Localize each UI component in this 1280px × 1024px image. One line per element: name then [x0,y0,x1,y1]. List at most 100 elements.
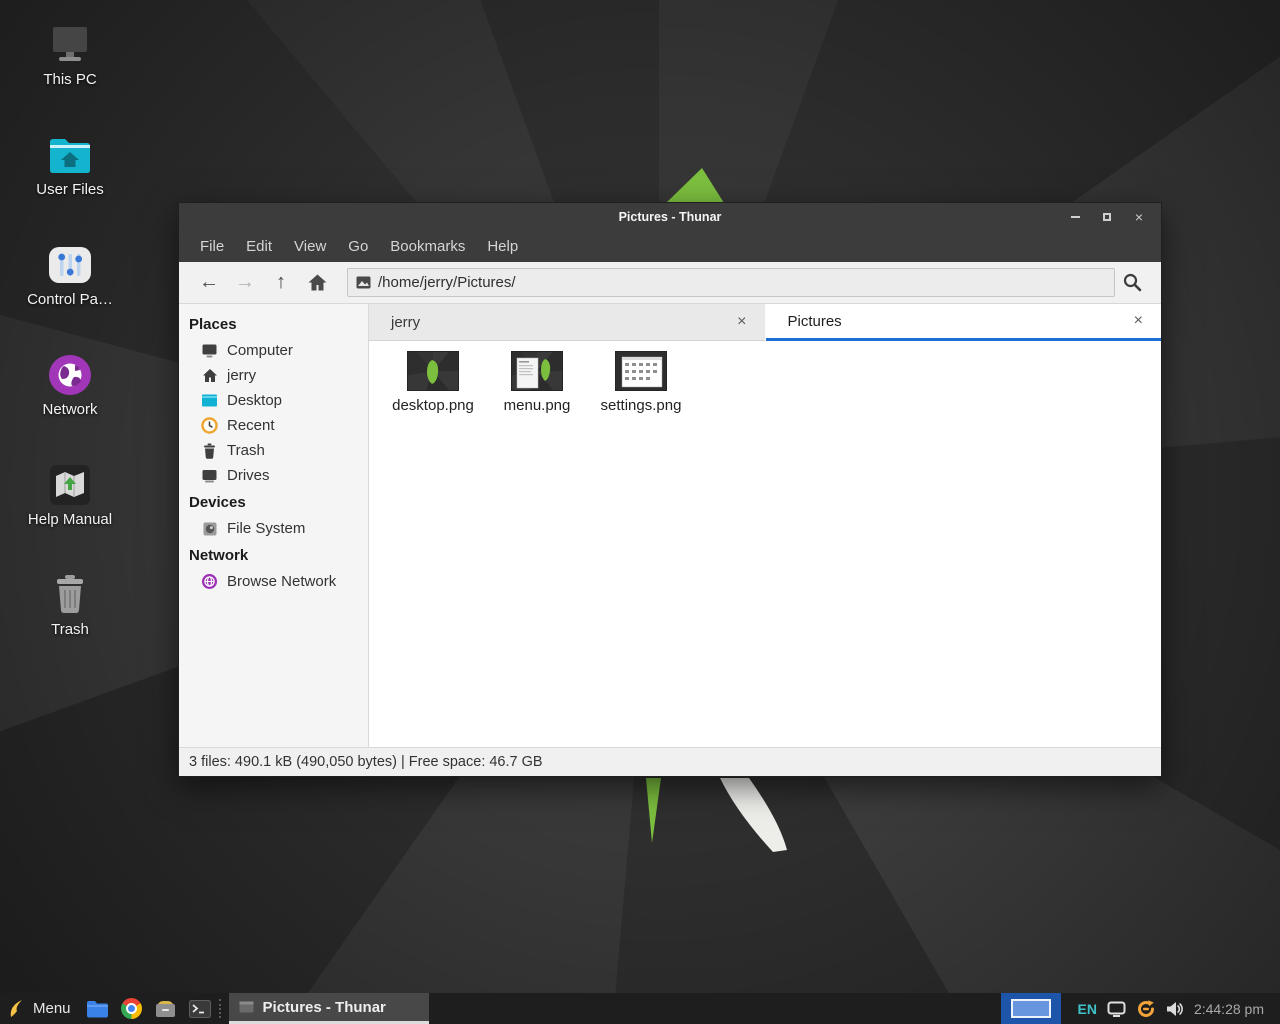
file-item-desktop-png[interactable]: desktop.png [383,349,483,414]
status-text: 3 files: 490.1 kB (490,050 bytes) | Free… [189,754,543,770]
display-settings-tray-icon[interactable] [1107,1001,1126,1017]
drives-icon [201,467,218,484]
desktop-icon-label: User Files [36,181,104,198]
file-item-settings-png[interactable]: settings.png [591,349,691,414]
search-icon [1123,273,1142,292]
desktop-icon-control-panel[interactable]: Control Pa… [0,242,140,352]
window-controls: × [1063,207,1161,227]
menu-help[interactable]: Help [476,231,529,262]
taskbar-clock[interactable]: 2:44:28 pm [1194,1001,1268,1017]
sidebar-item-computer[interactable]: Computer [179,338,368,363]
volume-tray-icon[interactable] [1166,1001,1184,1017]
sidebar-item-browse-network[interactable]: Browse Network [179,569,368,594]
desktop-icon-network[interactable]: Network [0,352,140,462]
trash-icon [201,442,218,459]
keyboard-layout-indicator[interactable]: EN [1077,1001,1096,1017]
tab-label: jerry [391,314,733,331]
desktop-icon-user-files[interactable]: User Files [0,132,140,242]
taskbar: Menu Pictures - Thunar [0,993,1280,1024]
desktop-icon-help-manual[interactable]: Help Manual [0,462,140,572]
chrome-launcher[interactable] [115,993,149,1024]
sidebar-item-trash[interactable]: Trash [179,438,368,463]
search-button[interactable] [1115,268,1149,298]
sidebar-header-devices: Devices [179,488,368,516]
maximize-button[interactable] [1095,207,1119,227]
home-button[interactable] [299,268,335,298]
sidebar-item-label: Computer [227,342,293,359]
desktop-icon-label: Trash [51,621,89,638]
home-icon [308,274,327,291]
sidebar-item-label: Browse Network [227,573,336,590]
desktop-icon-label: Network [42,401,97,418]
menu-file[interactable]: File [189,231,235,262]
desktop-icon-label: This PC [43,71,96,88]
path-bar[interactable]: /home/jerry/Pictures/ [347,268,1115,297]
desktop-png-thumbnail [407,351,459,391]
this-pc-monitor-icon [47,22,93,68]
close-button[interactable]: × [1127,207,1151,227]
desktop-icon-column: This PC User Files Control Pa… [0,22,140,682]
menu-label: Menu [33,1000,71,1017]
minimize-button[interactable] [1063,207,1087,227]
file-view[interactable]: desktop.png menu.pn [369,341,1161,747]
sidebar-item-recent[interactable]: Recent [179,413,368,438]
tab-pictures[interactable]: Pictures × [766,304,1162,341]
control-panel-sliders-icon [47,242,93,288]
active-workspace [1011,999,1051,1018]
blue-folder-icon [86,1000,109,1018]
sidebar: Places Computer jerry Desktop [179,304,369,747]
current-path: /home/jerry/Pictures/ [378,274,516,291]
sidebar-item-drives[interactable]: Drives [179,463,368,488]
tab-bar: jerry × Pictures × [369,304,1161,341]
sidebar-header-network: Network [179,541,368,569]
menubar: File Edit View Go Bookmarks Help [179,231,1161,262]
home-icon [201,367,218,384]
desktop-icon-trash[interactable]: Trash [0,572,140,682]
tab-label: Pictures [788,313,1130,330]
sidebar-item-label: Recent [227,417,275,434]
sidebar-item-jerry[interactable]: jerry [179,363,368,388]
trash-can-icon [47,572,93,618]
status-bar: 3 files: 490.1 kB (490,050 bytes) | Free… [179,747,1161,776]
menu-bookmarks[interactable]: Bookmarks [379,231,476,262]
forward-button[interactable]: → [227,268,263,298]
archive-manager-launcher[interactable] [149,993,183,1024]
network-globe-icon [47,352,93,398]
thunar-window: Pictures - Thunar × File Edit View Go Bo… [178,202,1162,777]
hard-drive-icon [201,520,218,537]
sidebar-item-label: Drives [227,467,270,484]
task-button-label: Pictures - Thunar [263,999,386,1016]
start-menu-button[interactable]: Menu [0,993,81,1024]
sidebar-item-desktop[interactable]: Desktop [179,388,368,413]
tab-jerry[interactable]: jerry × [369,304,765,341]
menu-view[interactable]: View [283,231,337,262]
back-button[interactable]: ← [191,268,227,298]
terminal-launcher[interactable] [183,993,217,1024]
computer-icon [201,342,218,359]
tab-close-icon[interactable]: × [1130,310,1147,332]
network-globe-icon [201,573,218,590]
desktop-icon-this-pc[interactable]: This PC [0,22,140,132]
feather-logo-icon [8,999,25,1018]
up-button[interactable]: ↑ [263,268,299,298]
file-manager-launcher[interactable] [81,993,115,1024]
taskbar-window-button[interactable]: Pictures - Thunar [229,993,429,1024]
sidebar-item-file-system[interactable]: File System [179,516,368,541]
window-main: Places Computer jerry Desktop [179,304,1161,747]
menu-edit[interactable]: Edit [235,231,283,262]
file-name: desktop.png [392,397,474,414]
tab-close-icon[interactable]: × [733,311,750,333]
menu-go[interactable]: Go [337,231,379,262]
sidebar-item-label: Desktop [227,392,282,409]
toolbar: ← → ↑ /home/jerry/Pictures/ [179,262,1161,304]
panel-grip-handle[interactable] [219,999,227,1018]
titlebar[interactable]: Pictures - Thunar × [179,203,1161,231]
file-name: settings.png [601,397,682,414]
help-manual-map-icon [47,462,93,508]
file-item-menu-png[interactable]: menu.png [487,349,587,414]
update-manager-tray-icon[interactable] [1136,999,1156,1019]
desktop-icon-label: Help Manual [28,511,112,528]
window-mini-icon [239,1001,254,1013]
sidebar-item-label: jerry [227,367,256,384]
workspace-switcher[interactable] [1001,993,1061,1024]
